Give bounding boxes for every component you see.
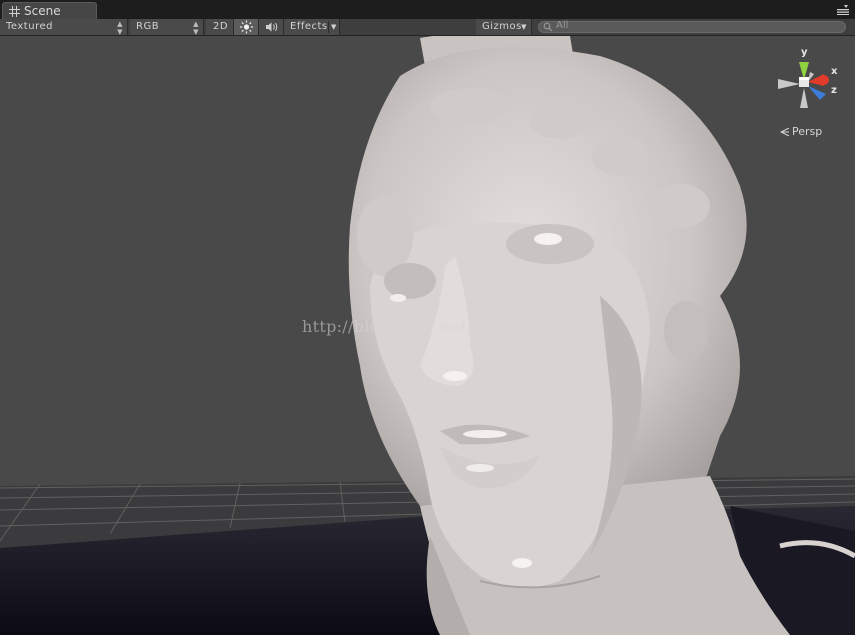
panel-menu-icon[interactable] xyxy=(837,5,849,15)
effects-dropdown[interactable]: Effects ▼ xyxy=(284,19,340,35)
sun-icon xyxy=(240,20,253,34)
gizmos-label: Gizmos xyxy=(482,21,522,32)
tab-scene[interactable]: Scene xyxy=(2,2,97,19)
axis-label-x: x xyxy=(831,66,838,77)
render-mode-dropdown[interactable]: RGB ▲ ▼ xyxy=(130,19,204,36)
projection-toggle[interactable]: Persp xyxy=(780,125,822,138)
axis-label-z: z xyxy=(831,85,837,96)
chevron-down-icon[interactable]: ▼ xyxy=(331,19,337,35)
perspective-icon xyxy=(780,128,790,136)
watermark-text: http://blog.csdn.net/wolf96 xyxy=(302,317,530,336)
2d-toggle-button[interactable]: 2D xyxy=(206,19,234,35)
scene-toolbar: Textured ▲ ▼ RGB ▲ ▼ 2D Effects ▼ Gizmos… xyxy=(0,19,855,36)
draw-mode-dropdown[interactable]: Textured ▲ ▼ xyxy=(0,19,128,36)
divider xyxy=(328,21,329,33)
effects-label: Effects xyxy=(290,21,328,32)
render-mode-label: RGB xyxy=(136,21,160,32)
chevron-down-icon: ▼ xyxy=(521,23,527,31)
tab-label: Scene xyxy=(24,4,61,18)
scene-viewport[interactable]: http://blog.csdn.net/wolf96 y x z Persp xyxy=(0,36,855,635)
speaker-icon xyxy=(266,22,278,32)
projection-label: Persp xyxy=(792,125,823,138)
search-placeholder: All xyxy=(556,20,569,31)
search-input[interactable]: All xyxy=(538,20,846,33)
2d-label: 2D xyxy=(213,21,229,32)
lighting-toggle-button[interactable] xyxy=(234,19,259,35)
updown-arrows-icon: ▲ ▼ xyxy=(117,20,123,36)
search-icon xyxy=(543,22,553,32)
axis-label-y: y xyxy=(801,47,808,58)
tab-strip: Scene xyxy=(0,0,855,19)
draw-mode-label: Textured xyxy=(6,21,53,32)
unity-scene-window: Scene Textured ▲ ▼ RGB ▲ ▼ 2D Effects ▼ … xyxy=(0,0,855,635)
updown-arrows-icon: ▲ ▼ xyxy=(193,20,199,36)
scene-grid-icon xyxy=(9,6,20,17)
gizmos-dropdown[interactable]: Gizmos ▼ xyxy=(476,19,532,35)
orientation-gizmo[interactable]: y x z xyxy=(770,46,840,116)
audio-toggle-button[interactable] xyxy=(259,19,284,35)
